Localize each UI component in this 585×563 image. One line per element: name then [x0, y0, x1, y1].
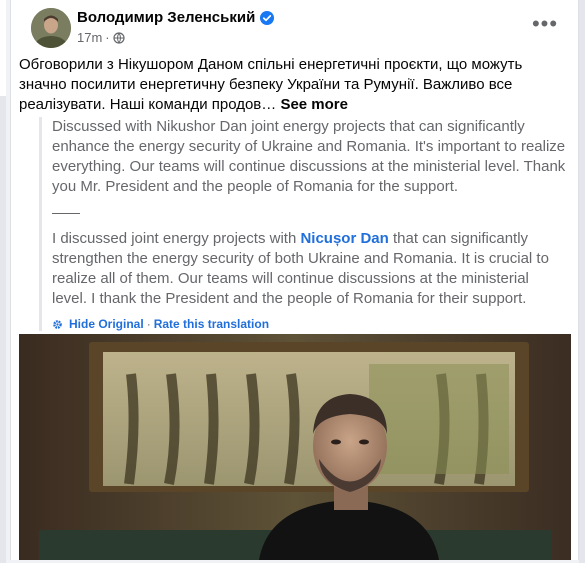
scrollbar-track[interactable] [579, 0, 585, 563]
translation-paragraph-2: I discussed joint energy projects with N… [52, 229, 567, 309]
author-avatar[interactable] [31, 8, 71, 48]
translation-text-before: I discussed joint energy projects with [52, 230, 301, 247]
translation-block: Discussed with Nikushor Dan joint energy… [39, 117, 567, 331]
more-options-icon: ••• [531, 11, 559, 36]
meta-separator: · [105, 30, 110, 45]
translation-paragraph-1: Discussed with Nikushor Dan joint energy… [52, 118, 566, 195]
post-card: Володимир Зеленський 17m · ••• Обговорил… [10, 0, 579, 560]
tagged-person-link[interactable]: Nicușor Dan [300, 230, 388, 247]
actions-separator: · [146, 317, 151, 331]
left-column-edge [0, 0, 6, 563]
globe-icon[interactable] [113, 31, 125, 44]
see-more-link[interactable]: See more [280, 96, 348, 113]
more-options-button[interactable]: ••• [531, 12, 559, 36]
rate-translation-link[interactable]: Rate this translation [154, 317, 269, 331]
post-timestamp[interactable]: 17m [77, 30, 102, 45]
post-body: Обговорили з Нікушором Даном спільні ене… [19, 56, 523, 113]
post-text: Обговорили з Нікушором Даном спільні ене… [19, 55, 571, 115]
gear-icon [52, 319, 63, 330]
post-photo[interactable] [19, 334, 571, 560]
author-name[interactable]: Володимир Зеленський [77, 9, 255, 26]
translation-actions: Hide Original · Rate this translation [52, 317, 567, 331]
verified-badge-icon [260, 10, 275, 25]
hide-original-link[interactable]: Hide Original [69, 317, 144, 331]
translation-divider [52, 213, 80, 214]
